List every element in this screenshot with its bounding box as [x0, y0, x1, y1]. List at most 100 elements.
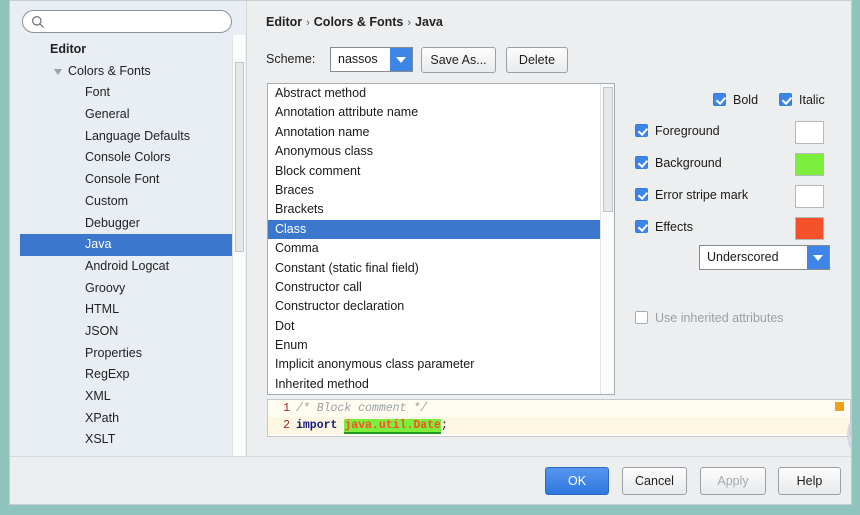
foreground-checkbox-row[interactable]: Foreground — [635, 124, 720, 142]
sidebar-item-xpath[interactable]: XPath — [10, 408, 232, 430]
sidebar-item-colors-fonts[interactable]: Colors & Fonts — [10, 61, 232, 83]
list-item[interactable]: Comma — [268, 239, 600, 258]
color-settings-list-scrollbar[interactable] — [600, 84, 614, 394]
breadcrumb: Editor › Colors & Fonts › Java — [266, 15, 443, 29]
sidebar-item-android-logcat[interactable]: Android Logcat — [10, 256, 232, 278]
list-item[interactable]: Annotation name — [268, 123, 600, 142]
background-checkbox[interactable] — [635, 156, 648, 169]
background-color-swatch[interactable] — [795, 153, 824, 176]
settings-sidebar: Editor Colors & Fonts Font General Language … — [10, 1, 245, 456]
line-number: 1 — [283, 402, 290, 415]
ok-button[interactable]: OK — [545, 467, 609, 495]
sidebar-item-properties[interactable]: Properties — [10, 343, 232, 365]
list-item[interactable]: Inherited method — [268, 375, 600, 394]
list-item[interactable]: Constructor call — [268, 278, 600, 297]
cancel-button[interactable]: Cancel — [622, 467, 687, 495]
settings-dialog: Editor Colors & Fonts Font General Language … — [9, 0, 852, 505]
sidebar-item-label: Android Logcat — [85, 258, 170, 273]
sidebar-item-xslt[interactable]: XSLT — [10, 429, 232, 451]
list-item[interactable]: Anonymous class — [268, 142, 600, 161]
sidebar-item-console-colors[interactable]: Console Colors — [10, 147, 232, 169]
use-inherited-attributes-checkbox — [635, 311, 648, 324]
sidebar-item-label: Font — [85, 85, 111, 100]
list-item[interactable]: Implicit anonymous class parameter — [268, 355, 600, 374]
sidebar-item-editor[interactable]: Editor — [10, 39, 232, 61]
search-input[interactable] — [22, 10, 232, 33]
sidebar-item-console-font[interactable]: Console Font — [10, 169, 232, 191]
import-keyword-token: import — [296, 419, 338, 432]
help-button[interactable]: Help — [778, 467, 841, 495]
sidebar-item-label: Console Colors — [85, 150, 171, 165]
effects-label: Effects — [655, 220, 693, 234]
line-number: 2 — [283, 419, 290, 432]
error-stripe-mark-color-swatch[interactable] — [795, 185, 824, 208]
sidebar-scrollbar[interactable] — [232, 35, 245, 456]
list-item[interactable]: Class — [268, 219, 600, 240]
breadcrumb-part-editor: Editor — [266, 15, 303, 29]
sidebar-item-label: Debugger — [85, 215, 140, 230]
italic-checkbox[interactable] — [779, 93, 792, 106]
sidebar-item-language-defaults[interactable]: Language Defaults — [10, 126, 232, 148]
effect-type-value: Underscored — [707, 250, 779, 264]
effects-checkbox-row[interactable]: Effects — [635, 220, 693, 238]
bold-checkbox[interactable] — [713, 93, 726, 106]
italic-label: Italic — [799, 93, 825, 107]
use-inherited-attributes-row: Use inherited attributes — [635, 311, 784, 329]
chevron-down-icon[interactable] — [807, 246, 829, 269]
chevron-down-icon[interactable] — [390, 48, 412, 71]
sidebar-item-label: General — [85, 107, 130, 122]
sidebar-item-html[interactable]: HTML — [10, 299, 232, 321]
list-item[interactable]: Enum — [268, 336, 600, 355]
list-item[interactable]: Brackets — [268, 200, 600, 219]
scheme-label: Scheme: — [266, 52, 316, 66]
foreground-color-swatch[interactable] — [795, 121, 824, 144]
sidebar-scrollbar-thumb[interactable] — [235, 62, 244, 252]
sidebar-item-font[interactable]: Font — [10, 82, 232, 104]
sidebar-item-regexp[interactable]: RegExp — [10, 364, 232, 386]
save-as-button[interactable]: Save As... — [421, 47, 496, 73]
sidebar-item-groovy[interactable]: Groovy — [10, 278, 232, 300]
sidebar-item-json[interactable]: JSON — [10, 321, 232, 343]
color-settings-list[interactable]: Abstract method Annotation attribute name… — [267, 83, 615, 395]
scheme-dropdown[interactable]: nassos — [330, 47, 413, 72]
effects-color-swatch[interactable] — [795, 217, 824, 240]
settings-main-panel: Editor › Colors & Fonts › Java Scheme: nasso… — [246, 1, 851, 465]
foreground-label: Foreground — [655, 124, 720, 138]
code-preview-line-1: 1 /* Block comment */ — [268, 400, 850, 417]
error-stripe-mark-checkbox[interactable] — [635, 188, 648, 201]
bold-label: Bold — [733, 93, 759, 107]
color-settings-list-items[interactable]: Abstract method Annotation attribute name… — [268, 84, 600, 394]
list-item[interactable]: Abstract method — [268, 84, 600, 103]
sidebar-item-java[interactable]: Java — [20, 234, 232, 256]
list-item[interactable]: Annotation attribute name — [268, 103, 600, 122]
delete-button[interactable]: Delete — [506, 47, 568, 73]
sidebar-item-general[interactable]: General — [10, 104, 232, 126]
list-item[interactable]: Constant (static final field) — [268, 259, 600, 278]
chevron-down-icon[interactable] — [54, 68, 62, 75]
error-stripe-mark-checkbox-row[interactable]: Error stripe mark — [635, 188, 748, 206]
sidebar-item-custom[interactable]: Custom — [10, 191, 232, 213]
breadcrumb-separator: › — [407, 17, 412, 29]
sidebar-item-xml[interactable]: XML — [10, 386, 232, 408]
list-item[interactable]: Dot — [268, 317, 600, 336]
effect-type-dropdown[interactable]: Underscored — [699, 245, 830, 270]
background-checkbox-row[interactable]: Background — [635, 156, 722, 174]
effects-checkbox[interactable] — [635, 220, 648, 233]
attributes-panel: Bold Italic Foreground Background Error … — [627, 83, 851, 343]
sidebar-item-debugger[interactable]: Debugger — [10, 213, 232, 235]
breadcrumb-part-java: Java — [415, 15, 443, 29]
list-item[interactable]: Constructor declaration — [268, 297, 600, 316]
breadcrumb-separator: › — [306, 17, 310, 29]
bold-checkbox-row[interactable]: Bold — [713, 93, 758, 111]
scheme-dropdown-value: nassos — [338, 52, 378, 66]
list-item[interactable]: Braces — [268, 181, 600, 200]
sidebar-item-label: XPath — [85, 410, 120, 425]
italic-checkbox-row[interactable]: Italic — [779, 93, 825, 111]
sidebar-item-label: Colors & Fonts — [68, 63, 151, 78]
settings-tree[interactable]: Editor Colors & Fonts Font General Language … — [10, 39, 232, 453]
color-settings-list-scrollbar-thumb[interactable] — [603, 87, 613, 212]
code-preview[interactable]: 1 /* Block comment */ 2 import java.util.D… — [267, 399, 851, 437]
sidebar-item-label: Java — [85, 237, 112, 252]
foreground-checkbox[interactable] — [635, 124, 648, 137]
list-item[interactable]: Block comment — [268, 162, 600, 181]
